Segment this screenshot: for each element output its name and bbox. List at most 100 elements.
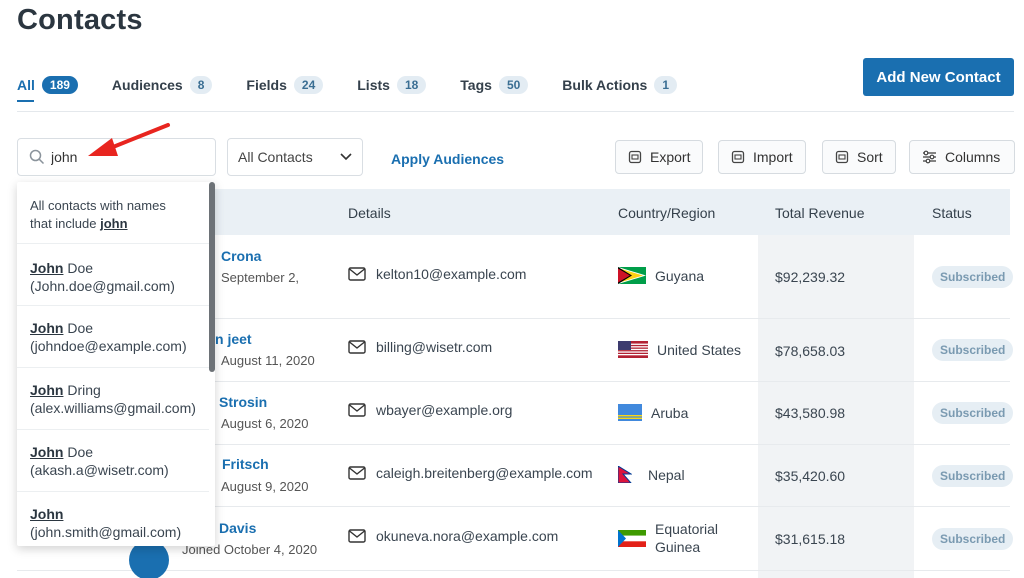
- country-text: Equatorial: [655, 521, 719, 537]
- summary-prefix: that include: [30, 216, 101, 231]
- header-country[interactable]: Country/Region: [618, 205, 715, 221]
- country-text: Guinea: [655, 539, 701, 555]
- country-cell: Equatorial Guinea: [618, 521, 718, 555]
- summary-term: john: [100, 216, 128, 231]
- email-text: kelton10@example.com: [376, 266, 527, 282]
- suggestion-all-matching[interactable]: All contacts with names that include joh…: [17, 182, 209, 244]
- tab-lists[interactable]: Lists 18: [357, 76, 427, 94]
- suggestion-email: (alex.williams@gmail.com): [30, 400, 196, 416]
- suggestion-email: (johndoe@example.com): [30, 338, 187, 354]
- suggestion-item[interactable]: John (john.smith@gmail.com): [17, 492, 209, 546]
- sort-button[interactable]: Sort: [822, 140, 896, 174]
- tab-count: 189: [41, 76, 78, 94]
- select-value: All Contacts: [238, 149, 313, 165]
- email-cell: okuneva.nora@example.com: [348, 528, 558, 544]
- contact-name-link[interactable]: n jeet: [215, 331, 252, 347]
- tab-label: Bulk Actions: [562, 77, 648, 93]
- export-button[interactable]: Export: [615, 140, 704, 174]
- nepal-flag-icon: [618, 466, 632, 483]
- revenue-value: $35,420.60: [775, 468, 846, 484]
- sliders-icon: [923, 150, 936, 164]
- suggestion-name: John Dring: [30, 381, 209, 399]
- suggestion-last: Doe: [63, 444, 94, 460]
- tab-count: 18: [396, 76, 427, 94]
- suggestion-item[interactable]: John Doe (John.doe@gmail.com): [17, 244, 209, 306]
- tab-audiences[interactable]: Audiences 8: [112, 76, 213, 94]
- tab-label: All: [17, 77, 35, 93]
- header-details[interactable]: Details: [348, 205, 391, 221]
- import-label: Import: [753, 149, 793, 165]
- search-icon: [29, 149, 45, 165]
- country-text: Guyana: [655, 267, 705, 284]
- suggestion-item[interactable]: John Doe (johndoe@example.com): [17, 306, 209, 368]
- tab-count: 8: [189, 76, 213, 94]
- suggestion-item[interactable]: John Dring (alex.williams@gmail.com): [17, 368, 209, 430]
- country-text-wrap: Equatorial Guinea: [655, 521, 718, 555]
- country-cell: United States: [618, 341, 741, 358]
- country-text: Aruba: [651, 404, 689, 421]
- envelope-icon: [348, 466, 366, 480]
- suggestion-last: Dring: [63, 382, 101, 398]
- apply-audiences-link[interactable]: Apply Audiences: [391, 151, 504, 167]
- match-highlight: John: [30, 320, 64, 336]
- summary-line: All contacts with names: [30, 198, 166, 213]
- sort-icon: [835, 150, 849, 164]
- match-highlight: John: [30, 260, 64, 276]
- email-cell: billing@wisetr.com: [348, 339, 492, 355]
- country-cell: Aruba: [618, 404, 688, 421]
- columns-button[interactable]: Columns: [909, 140, 1015, 174]
- suggestion-name: John Doe: [30, 443, 209, 461]
- suggestion-email: (akash.a@wisetr.com): [30, 462, 169, 478]
- chevron-down-icon: [340, 153, 352, 161]
- tabs-divider: [17, 111, 1014, 112]
- header-status[interactable]: Status: [932, 205, 972, 221]
- tab-tags[interactable]: Tags 50: [460, 76, 529, 94]
- add-new-contact-button[interactable]: Add New Contact: [863, 58, 1014, 96]
- email-cell: wbayer@example.org: [348, 402, 512, 418]
- aruba-flag-icon: [618, 404, 642, 421]
- tab-bulk-actions[interactable]: Bulk Actions 1: [562, 76, 678, 94]
- contact-name-link[interactable]: Davis: [219, 520, 256, 536]
- suggestion-last: Doe: [63, 260, 94, 276]
- tab-fields[interactable]: Fields 24: [246, 76, 324, 94]
- revenue-value: $43,580.98: [775, 405, 846, 421]
- columns-label: Columns: [945, 149, 1001, 165]
- header-revenue[interactable]: Total Revenue: [775, 205, 865, 221]
- export-label: Export: [650, 149, 691, 165]
- email-text: wbayer@example.org: [376, 402, 513, 418]
- tab-all[interactable]: All 189: [17, 76, 78, 94]
- country-cell: Nepal: [618, 466, 685, 483]
- status-badge: Subscribed: [932, 528, 1014, 550]
- dropdown-scrollbar[interactable]: [209, 182, 215, 372]
- status-badge: Subscribed: [932, 465, 1014, 487]
- tab-count: 24: [293, 76, 324, 94]
- page-title: Contacts: [17, 4, 143, 36]
- suggestion-item[interactable]: John Doe (akash.a@wisetr.com): [17, 430, 209, 492]
- contact-name-link[interactable]: Crona: [221, 248, 261, 264]
- contact-name-link[interactable]: Strosin: [219, 394, 267, 410]
- joined-date: August 9, 2020: [221, 479, 309, 494]
- envelope-icon: [348, 529, 366, 543]
- match-highlight: John: [30, 382, 64, 398]
- tab-count: 50: [498, 76, 529, 94]
- contact-name-link[interactable]: Fritsch: [222, 456, 269, 472]
- email-text: caleigh.breitenberg@example.com: [376, 465, 593, 481]
- suggestion-last: Doe: [63, 320, 94, 336]
- revenue-value: $78,658.03: [775, 343, 846, 359]
- email-text: okuneva.nora@example.com: [376, 528, 559, 544]
- tab-label: Audiences: [111, 77, 183, 93]
- suggestion-name: John Doe: [30, 259, 209, 277]
- contacts-filter-select[interactable]: All Contacts: [227, 138, 363, 176]
- revenue-value: $31,615.18: [775, 531, 846, 547]
- tab-count: 1: [654, 76, 678, 94]
- import-button[interactable]: Import: [718, 140, 806, 174]
- file-export-icon: [628, 150, 642, 164]
- email-cell: kelton10@example.com: [348, 266, 526, 282]
- status-badge: Subscribed: [932, 402, 1014, 424]
- file-import-icon: [731, 150, 745, 164]
- envelope-icon: [348, 340, 366, 354]
- email-cell: caleigh.breitenberg@example.com: [348, 465, 593, 481]
- tab-bar: All 189 Audiences 8 Fields 24 Lists 18 Tags 5…: [17, 74, 711, 96]
- country-text: Nepal: [648, 466, 685, 483]
- summary-line: that include john: [30, 215, 209, 233]
